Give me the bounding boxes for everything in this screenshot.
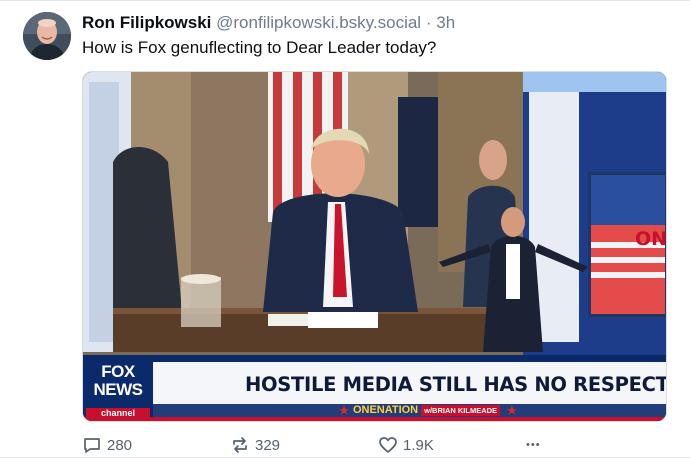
post-video-thumbnail[interactable]: FOX NEWS channel HOSTILE MEDIA STILL HAS… — [82, 71, 667, 422]
like-count: 1.9K — [403, 436, 434, 454]
heart-icon — [378, 435, 398, 455]
author-display-name[interactable]: Ron Filipkowski — [82, 13, 211, 32]
avatar-image — [23, 12, 71, 60]
post-timestamp[interactable]: 3h — [436, 13, 455, 32]
post-card[interactable]: Ron Filipkowski @ronfilipkowski.bsky.soc… — [0, 0, 690, 458]
reply-button[interactable]: 280 — [82, 433, 132, 457]
chyron-show-name: ONENATION — [352, 404, 419, 416]
post-text: How is Fox genuflecting to Dear Leader t… — [82, 38, 437, 57]
repost-button[interactable]: 329 — [230, 433, 280, 457]
more-options-button[interactable]: ••• — [526, 433, 541, 457]
star-icon: ★ — [339, 404, 349, 417]
repost-count: 329 — [255, 436, 281, 454]
post-actions: 280 329 1.9K ••• — [82, 433, 642, 457]
logo-line-news: NEWS — [93, 380, 144, 399]
chyron-show-bar: ★ ONENATION w/BRIAN KILMEADE ★ — [293, 402, 563, 418]
chyron-headline: HOSTILE MEDIA STILL HAS NO RESPECT FOR T… — [245, 372, 667, 396]
repost-arrows-icon — [230, 435, 250, 455]
separator-dot: · — [425, 13, 432, 32]
fox-news-logo: FOX NEWS channel — [86, 357, 150, 419]
speech-bubble-icon — [82, 435, 102, 455]
logo-line-fox: FOX — [101, 362, 135, 381]
author-handle[interactable]: @ronfilipkowski.bsky.social — [216, 13, 421, 32]
star-icon: ★ — [507, 404, 517, 417]
ellipsis-icon: ••• — [526, 439, 541, 451]
logo-line-channel: channel — [86, 408, 150, 419]
reply-count: 280 — [107, 436, 133, 454]
post-header: Ron Filipkowski @ronfilipkowski.bsky.soc… — [82, 12, 455, 34]
chyron-host-name: w/BRIAN KILMEADE — [421, 404, 501, 416]
avatar[interactable] — [23, 12, 71, 60]
studio-sign: ONE — [635, 228, 667, 250]
like-button[interactable]: 1.9K — [378, 433, 434, 457]
